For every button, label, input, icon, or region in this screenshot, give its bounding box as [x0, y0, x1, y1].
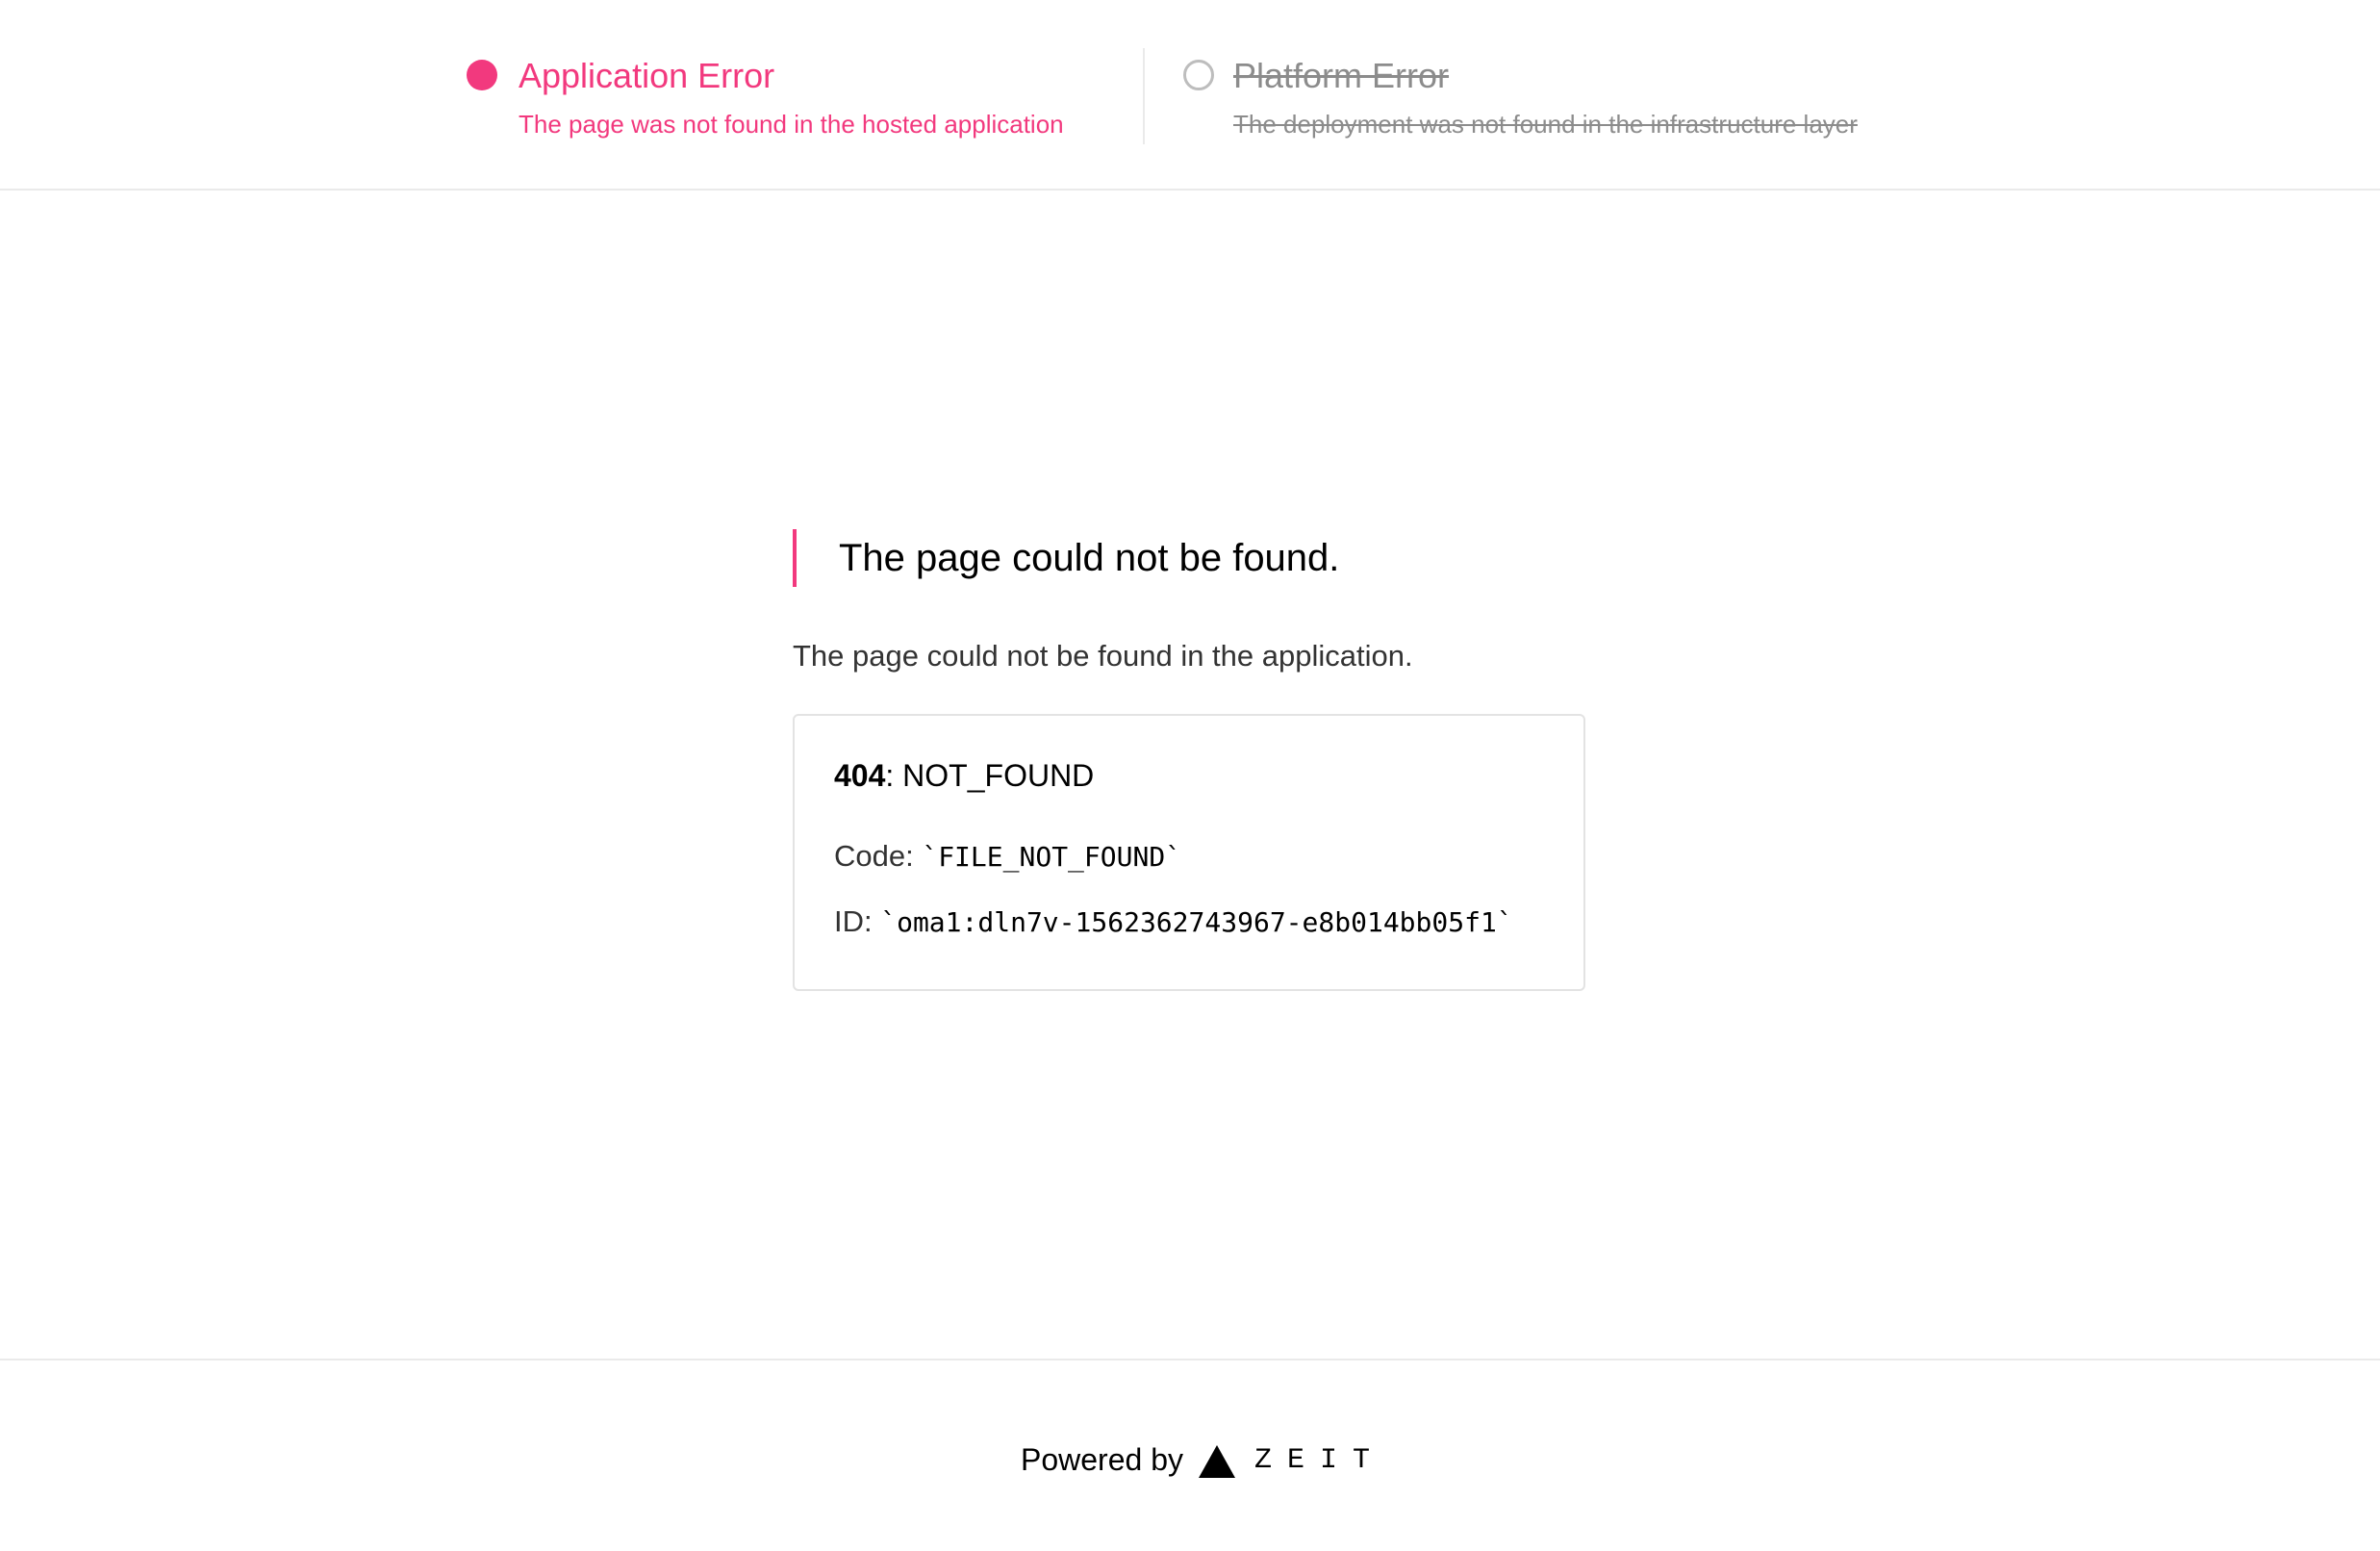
status-code: 404: [834, 758, 886, 793]
active-dot-icon: [467, 60, 497, 90]
header-divider: [1143, 48, 1145, 144]
error-id-line: ID: `oma1:dln7v-1562362743967-e8b014bb05…: [834, 903, 1513, 942]
page-title: The page could not be found.: [839, 537, 1340, 579]
error-main: The page could not be found. The page co…: [793, 529, 1585, 991]
error-code-label: Code:: [834, 839, 923, 873]
error-details-box: 404: NOT_FOUND Code: `FILE_NOT_FOUND` ID…: [793, 714, 1585, 991]
application-error-title: Application Error: [519, 56, 775, 95]
error-status-line: 404: NOT_FOUND: [834, 756, 1094, 795]
application-error-description: The page was not found in the hosted app…: [519, 110, 1064, 139]
status-text: : NOT_FOUND: [885, 758, 1095, 793]
error-heading: The page could not be found.: [793, 529, 1585, 587]
error-code-line: Code: `FILE_NOT_FOUND`: [834, 837, 1181, 877]
footer: Powered by ZEIT: [0, 1359, 2380, 1551]
platform-error-description: The deployment was not found in the infr…: [1233, 110, 1858, 139]
inactive-dot-icon: [1183, 60, 1214, 90]
powered-by-label: Powered by: [1021, 1442, 1183, 1477]
platform-error-title: Platform Error: [1233, 56, 1450, 95]
zeit-triangle-icon: [1199, 1445, 1235, 1478]
error-description: The page could not be found in the appli…: [793, 639, 1413, 673]
error-id-label: ID:: [834, 904, 881, 938]
error-id-value: `oma1:dln7v-1562362743967-e8b014bb05f1`: [880, 906, 1513, 938]
error-code-value: `FILE_NOT_FOUND`: [922, 841, 1182, 873]
error-header: Application Error The page was not found…: [0, 0, 2380, 191]
heading-accent-bar: [793, 529, 797, 587]
zeit-wordmark: ZEIT: [1254, 1444, 1386, 1477]
